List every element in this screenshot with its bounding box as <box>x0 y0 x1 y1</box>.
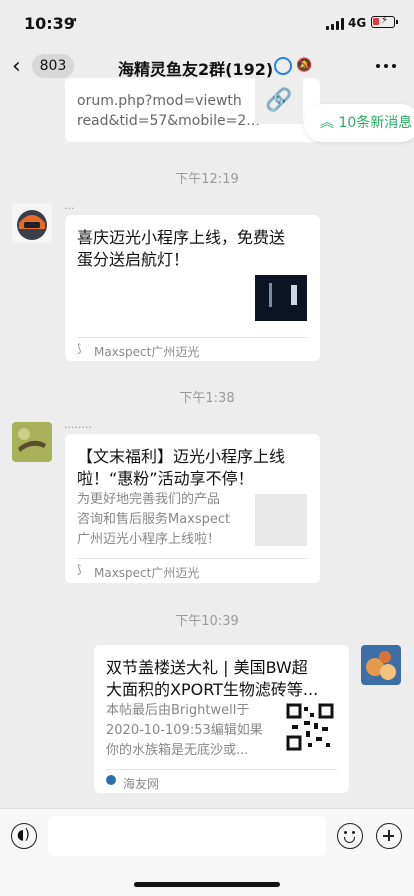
link-card[interactable]: orum.php?mod=viewth read&tid=57&mobile=2… <box>65 78 320 142</box>
more-actions-icon[interactable] <box>376 823 402 849</box>
link-card-title-line: 【文末福利】迈光小程序上线 <box>77 447 286 466</box>
timestamp: 下午1:38 <box>179 391 235 406</box>
voice-input-icon[interactable]: ◖) <box>11 823 37 849</box>
status-bar: 10:39 ➚ 4G ⚡ <box>0 0 414 44</box>
timestamp: 下午12:19 <box>175 172 239 187</box>
avatar[interactable] <box>361 645 401 685</box>
link-card[interactable]: 双节盖楼送大礼 | 美国BW超 大面积的XPORT生物滤砖等... 本帖最后由B… <box>94 645 349 793</box>
network-type: 4G <box>348 16 367 30</box>
helmet-avatar-icon <box>12 203 52 243</box>
mini-program-icon: ⟆ <box>77 563 82 576</box>
link-card-description-line: 本帖最后由Brightwell于 <box>106 703 250 718</box>
link-card-description-line: 为更好地完善我们的产品 <box>77 492 221 507</box>
link-card-description-line: 2020-10-109:53编辑如果 <box>106 723 263 738</box>
divider <box>106 769 337 770</box>
link-card-source: 海友网 <box>123 777 160 791</box>
link-card-description-line: 广州迈光小程序上线啦！ <box>77 532 221 547</box>
qr-code-thumbnail <box>286 703 334 751</box>
title-status-icons: 🔕 <box>274 57 314 77</box>
link-card-description-line: 你的水族箱是无底沙或... <box>106 743 249 758</box>
cellular-signal-icon <box>326 18 344 30</box>
new-messages-button[interactable]: ︽ 10条新消息 <box>304 104 414 142</box>
emoji-icon[interactable] <box>337 823 363 849</box>
message-input[interactable] <box>48 816 326 856</box>
battery-icon: ⚡ <box>371 15 398 28</box>
sender-nickname: ........ <box>64 418 92 431</box>
source-site-icon <box>106 775 116 785</box>
group-status-icon <box>274 57 292 75</box>
link-card-title-line: 喜庆迈光小程序上线，免费送 <box>77 228 286 247</box>
avatar[interactable] <box>12 422 52 462</box>
double-up-icon: ︽ <box>320 115 334 131</box>
link-card-thumbnail <box>255 494 307 546</box>
timestamp: 下午10:39 <box>175 614 239 629</box>
link-card-source: Maxspect广州迈光 <box>94 345 200 359</box>
flowers-avatar-icon <box>361 645 401 685</box>
link-card-thumbnail <box>255 275 307 321</box>
link-card-title-line: read&tid=57&mobile=2... <box>77 113 260 129</box>
lizard-avatar-icon <box>12 422 52 462</box>
link-card-title-line: 大面积的XPORT生物滤砖等... <box>106 680 319 699</box>
mini-program-icon: ⟆ <box>77 342 82 355</box>
link-card-title-line: 啦！“惠粉”活动享不停！ <box>77 469 254 488</box>
link-icon: 🔗 <box>255 78 303 124</box>
location-arrow-icon: ➚ <box>68 14 79 28</box>
link-card-title-line: 双节盖楼送大礼 | 美国BW超 <box>106 658 308 677</box>
sender-nickname: ... <box>64 199 75 212</box>
link-card[interactable]: 【文末福利】迈光小程序上线 啦！“惠粉”活动享不停！ 为更好地完善我们的产品 咨… <box>65 434 320 583</box>
link-card-description-line: 咨询和售后服务Maxspect <box>77 512 231 527</box>
divider <box>77 337 308 338</box>
chat-title: 海精灵鱼友2群(192) <box>118 60 274 79</box>
home-indicator <box>134 882 280 887</box>
link-card[interactable]: 喜庆迈光小程序上线，免费送 蛋分送启航灯！ ⟆ Maxspect广州迈光 <box>65 215 320 361</box>
link-card-title-line: orum.php?mod=viewth <box>77 93 242 109</box>
link-card-source: Maxspect广州迈光 <box>94 566 200 580</box>
divider <box>77 558 308 559</box>
link-card-title-line: 蛋分送启航灯！ <box>77 250 190 269</box>
mute-bell-icon: 🔕 <box>296 58 313 73</box>
avatar[interactable] <box>12 203 52 243</box>
back-icon[interactable]: ‹ <box>12 54 21 79</box>
unread-count-badge[interactable]: 803 <box>32 54 74 78</box>
new-messages-label: 10条新消息 <box>338 115 413 131</box>
more-icon[interactable] <box>376 64 396 68</box>
